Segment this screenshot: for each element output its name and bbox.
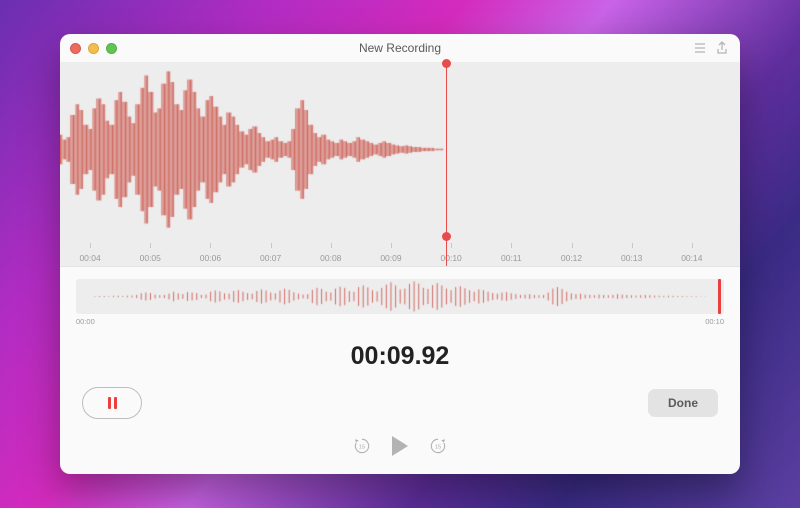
overview-end-label: 00:10 xyxy=(705,317,724,326)
ruler-tick xyxy=(391,243,392,248)
waveform-overview-area: 00:00 00:10 xyxy=(60,267,740,330)
waveform-main-area[interactable]: 00:04 00:05 00:06 00:07 00:08 00:09 00:10 00:11… xyxy=(60,62,740,267)
svg-text:15: 15 xyxy=(359,445,365,451)
ruler-tick-label: 00:10 xyxy=(441,253,462,263)
pause-icon xyxy=(108,397,117,409)
ruler-tick-label: 00:04 xyxy=(79,253,100,263)
done-button[interactable]: Done xyxy=(648,389,718,417)
waveform-overview-canvas xyxy=(76,279,724,314)
ruler-tick-label: 00:06 xyxy=(200,253,221,263)
titlebar: New Recording xyxy=(60,34,740,62)
playhead[interactable] xyxy=(446,62,447,266)
voice-memos-window: New Recording 00:0400:0500:0600:0700:080… xyxy=(60,34,740,474)
overview-playhead[interactable] xyxy=(718,279,721,314)
play-icon xyxy=(392,436,408,456)
ruler-tick xyxy=(632,243,633,248)
ruler-tick-label: 00:13 xyxy=(621,253,642,263)
ruler-tick-label: 00:08 xyxy=(320,253,341,263)
window-controls xyxy=(70,43,117,54)
overview-start-label: 00:00 xyxy=(76,317,95,326)
ruler-tick xyxy=(210,243,211,248)
waveform-main-canvas xyxy=(60,62,740,237)
svg-text:15: 15 xyxy=(435,445,441,451)
ruler-tick xyxy=(692,243,693,248)
ruler-tick xyxy=(90,243,91,248)
time-ruler: 00:04 00:05 00:06 00:07 00:08 00:09 00:10 00:11… xyxy=(60,236,740,266)
maximize-window-button[interactable] xyxy=(106,43,117,54)
play-button[interactable] xyxy=(392,436,408,456)
controls-bar: 15 15 Done xyxy=(60,387,740,437)
skip-back-15-button[interactable]: 15 xyxy=(352,436,372,456)
share-icon[interactable] xyxy=(714,40,730,56)
pause-record-button[interactable] xyxy=(82,387,142,419)
ruler-tick-label: 00:11 xyxy=(501,253,522,263)
close-window-button[interactable] xyxy=(70,43,81,54)
ruler-tick-label: 00:07 xyxy=(260,253,281,263)
waveform-overview[interactable] xyxy=(76,279,724,314)
skip-forward-15-button[interactable]: 15 xyxy=(428,436,448,456)
minimize-window-button[interactable] xyxy=(88,43,99,54)
ruler-tick xyxy=(150,243,151,248)
list-icon[interactable] xyxy=(692,40,708,56)
ruler-tick-label: 00:09 xyxy=(380,253,401,263)
ruler-tick xyxy=(331,243,332,248)
window-title: New Recording xyxy=(60,41,740,55)
ruler-tick-label: 00:05 xyxy=(140,253,161,263)
current-time-display: 00:09.92 xyxy=(60,342,740,371)
ruler-tick-label: 00:12 xyxy=(561,253,582,263)
ruler-tick xyxy=(511,243,512,248)
ruler-tick xyxy=(271,243,272,248)
ruler-tick xyxy=(451,243,452,248)
ruler-tick xyxy=(572,243,573,248)
ruler-tick-label: 00:14 xyxy=(681,253,702,263)
